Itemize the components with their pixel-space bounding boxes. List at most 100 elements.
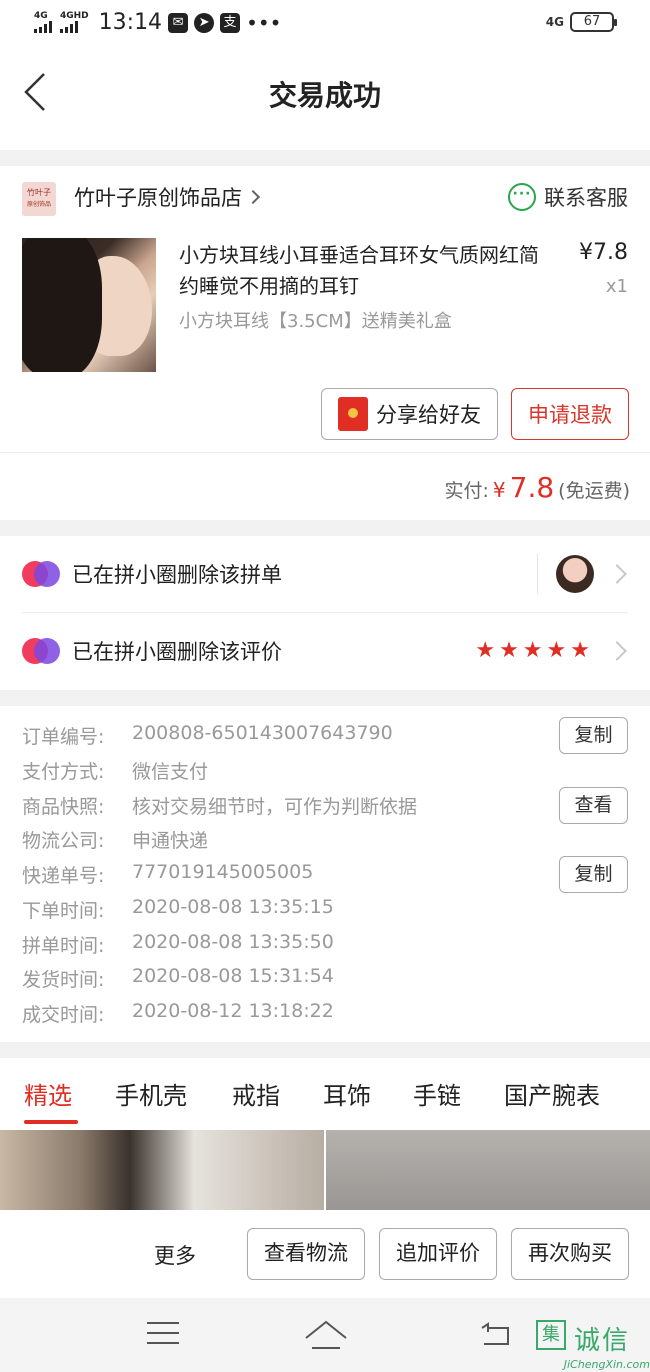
product-title[interactable]: 小方块耳线小耳垂适合耳环女气质网红简约睡觉不用摘的耳钉 (179, 240, 549, 302)
snapshot-label: 商品快照: (22, 796, 105, 818)
message-icon: ✉ (168, 12, 189, 33)
store-logo[interactable]: 竹叶子 原创饰品 (22, 182, 56, 216)
request-refund-button[interactable]: 申请退款 (511, 388, 629, 440)
star-icon: ★ (499, 638, 519, 663)
payment-method-value: 微信支付 (132, 761, 209, 783)
signal-icon: 4GHD (60, 12, 89, 33)
courier-value: 申通快递 (132, 830, 209, 852)
tab-bracelets[interactable]: 手链 (413, 1076, 461, 1111)
more-notifications-icon: ••• (246, 10, 282, 35)
tab-rings[interactable]: 戒指 (232, 1076, 280, 1111)
group-time-label: 拼单时间: (22, 935, 105, 957)
network-type-label: 4GHD (60, 11, 89, 21)
chevron-right-icon (245, 189, 261, 205)
tab-featured[interactable]: 精选 (24, 1076, 72, 1111)
tab-watches[interactable]: 国产腕表 (504, 1076, 600, 1111)
store-name-link[interactable]: 竹叶子原创饰品店 (74, 182, 261, 212)
chat-bubble-icon: ··· (508, 183, 536, 211)
currency-symbol: ¥ (492, 478, 506, 502)
order-info-card: 订单编号: 200808-650143007643790 复制 支付方式: 微信… (0, 706, 650, 1042)
bottom-action-bar: 更多 查看物流 追加评价 再次购买 (0, 1210, 650, 1298)
more-button[interactable]: 更多 (154, 1240, 196, 1270)
paid-label: 实付: (444, 480, 489, 502)
divider (0, 452, 650, 453)
buy-again-button[interactable]: 再次购买 (511, 1228, 629, 1280)
copy-order-number-button[interactable]: 复制 (559, 717, 628, 754)
order-time-label: 下单时间: (22, 900, 105, 922)
tracking-number-value: 777019145005005 (132, 861, 314, 883)
paid-value: 7.8 (509, 471, 555, 504)
star-icon: ★ (475, 638, 496, 663)
order-info-row: 发货时间: 2020-08-08 15:31:54 (22, 965, 334, 992)
order-info-row: 下单时间: 2020-08-08 13:35:15 (22, 896, 334, 923)
circle-row-order[interactable]: 已在拼小圈删除该拼单 (22, 536, 628, 612)
tracking-number-label: 快递单号: (22, 865, 105, 887)
deal-time-value: 2020-08-12 13:18:22 (132, 1000, 334, 1022)
ship-time-label: 发货时间: (22, 969, 105, 991)
alipay-icon: 支 (220, 12, 241, 33)
recommended-products (0, 1130, 650, 1210)
order-info-row: 物流公司: 申通快递 (22, 826, 208, 853)
status-bar: 4G 4GHD 13:14 ✉ ➤ 支 ••• 4G 67 (0, 0, 650, 50)
share-label: 分享给好友 (376, 403, 481, 427)
order-number-value: 200808-650143007643790 (132, 722, 393, 744)
ship-time-value: 2020-08-08 15:31:54 (132, 965, 334, 987)
contact-service-button[interactable]: ··· 联系客服 (508, 182, 628, 212)
star-rating: ★ ★ ★ ★ ★ (475, 640, 590, 662)
order-info-row: 成交时间: 2020-08-12 13:18:22 (22, 1000, 334, 1027)
circle-row-review[interactable]: 已在拼小圈删除该评价 ★ ★ ★ ★ ★ (22, 613, 628, 689)
star-icon: ★ (546, 638, 567, 663)
network-4g-icon: 4G (545, 15, 564, 29)
order-info-row: 快递单号: 777019145005005 (22, 861, 313, 888)
order-item-card: 竹叶子 原创饰品 竹叶子原创饰品店 ··· 联系客服 小方块耳线小耳垂适合耳环女… (0, 166, 650, 520)
order-info-row: 商品快照: 核对交易细节时，可作为判断依据 (22, 792, 417, 819)
courier-label: 物流公司: (22, 830, 105, 852)
store-logo-subtext: 原创饰品 (26, 201, 51, 208)
add-review-button[interactable]: 追加评价 (379, 1228, 497, 1280)
view-logistics-button[interactable]: 查看物流 (247, 1228, 365, 1280)
recommended-product-image[interactable] (326, 1130, 650, 1210)
contact-service-label: 联系客服 (544, 186, 628, 210)
chevron-right-icon (607, 641, 627, 661)
star-icon: ★ (570, 638, 590, 663)
battery-icon: 67 (570, 12, 617, 32)
red-envelope-icon (338, 397, 368, 431)
view-snapshot-button[interactable]: 查看 (559, 787, 628, 824)
circle-order-text: 已在拼小圈删除该拼单 (72, 563, 282, 587)
product-image[interactable] (22, 238, 156, 372)
active-tab-indicator (24, 1120, 78, 1124)
menu-icon[interactable] (147, 1322, 179, 1346)
signal-icon: 4G (34, 12, 52, 33)
paid-amount: 实付: ¥ 7.8 (免运费) (445, 471, 631, 504)
tab-phone-cases[interactable]: 手机壳 (115, 1076, 187, 1111)
copy-tracking-number-button[interactable]: 复制 (559, 856, 628, 893)
store-name: 竹叶子原创饰品店 (74, 186, 242, 210)
watermark-text: 诚信 (574, 1326, 631, 1356)
chevron-right-icon (607, 564, 627, 584)
pinxiaoquan-icon (22, 638, 60, 664)
home-icon[interactable] (304, 1318, 348, 1352)
order-info-row: 支付方式: 微信支付 (22, 757, 208, 784)
product-spec: 小方块耳线【3.5CM】送精美礼盒 (179, 311, 452, 332)
share-to-friend-button[interactable]: 分享给好友 (321, 388, 498, 440)
order-info-row: 拼单时间: 2020-08-08 13:35:50 (22, 931, 334, 958)
order-info-row: 订单编号: 200808-650143007643790 (22, 722, 393, 749)
watermark-box: 集 (536, 1320, 566, 1350)
recommended-product-image[interactable] (0, 1130, 324, 1210)
product-price: ¥7.8 (579, 240, 628, 265)
star-icon: ★ (522, 638, 543, 663)
payment-method-label: 支付方式: (22, 761, 105, 783)
navigation-bar: 交易成功 (0, 50, 650, 150)
product-quantity: x1 (605, 276, 628, 297)
store-logo-text: 竹叶子 (27, 188, 51, 197)
watermark-url: JiChengXin.com (563, 1358, 650, 1371)
page-title: 交易成功 (268, 79, 381, 112)
avatar (556, 555, 594, 593)
order-number-label: 订单编号: (22, 726, 105, 748)
tab-earrings[interactable]: 耳饰 (323, 1076, 371, 1111)
pinxiaoquan-icon (22, 561, 60, 587)
pinxiaoquan-card: 已在拼小圈删除该拼单 已在拼小圈删除该评价 ★ ★ ★ ★ ★ (0, 536, 650, 690)
group-time-value: 2020-08-08 13:35:50 (132, 931, 334, 953)
compass-icon: ➤ (194, 12, 215, 33)
system-back-icon[interactable] (480, 1322, 512, 1348)
